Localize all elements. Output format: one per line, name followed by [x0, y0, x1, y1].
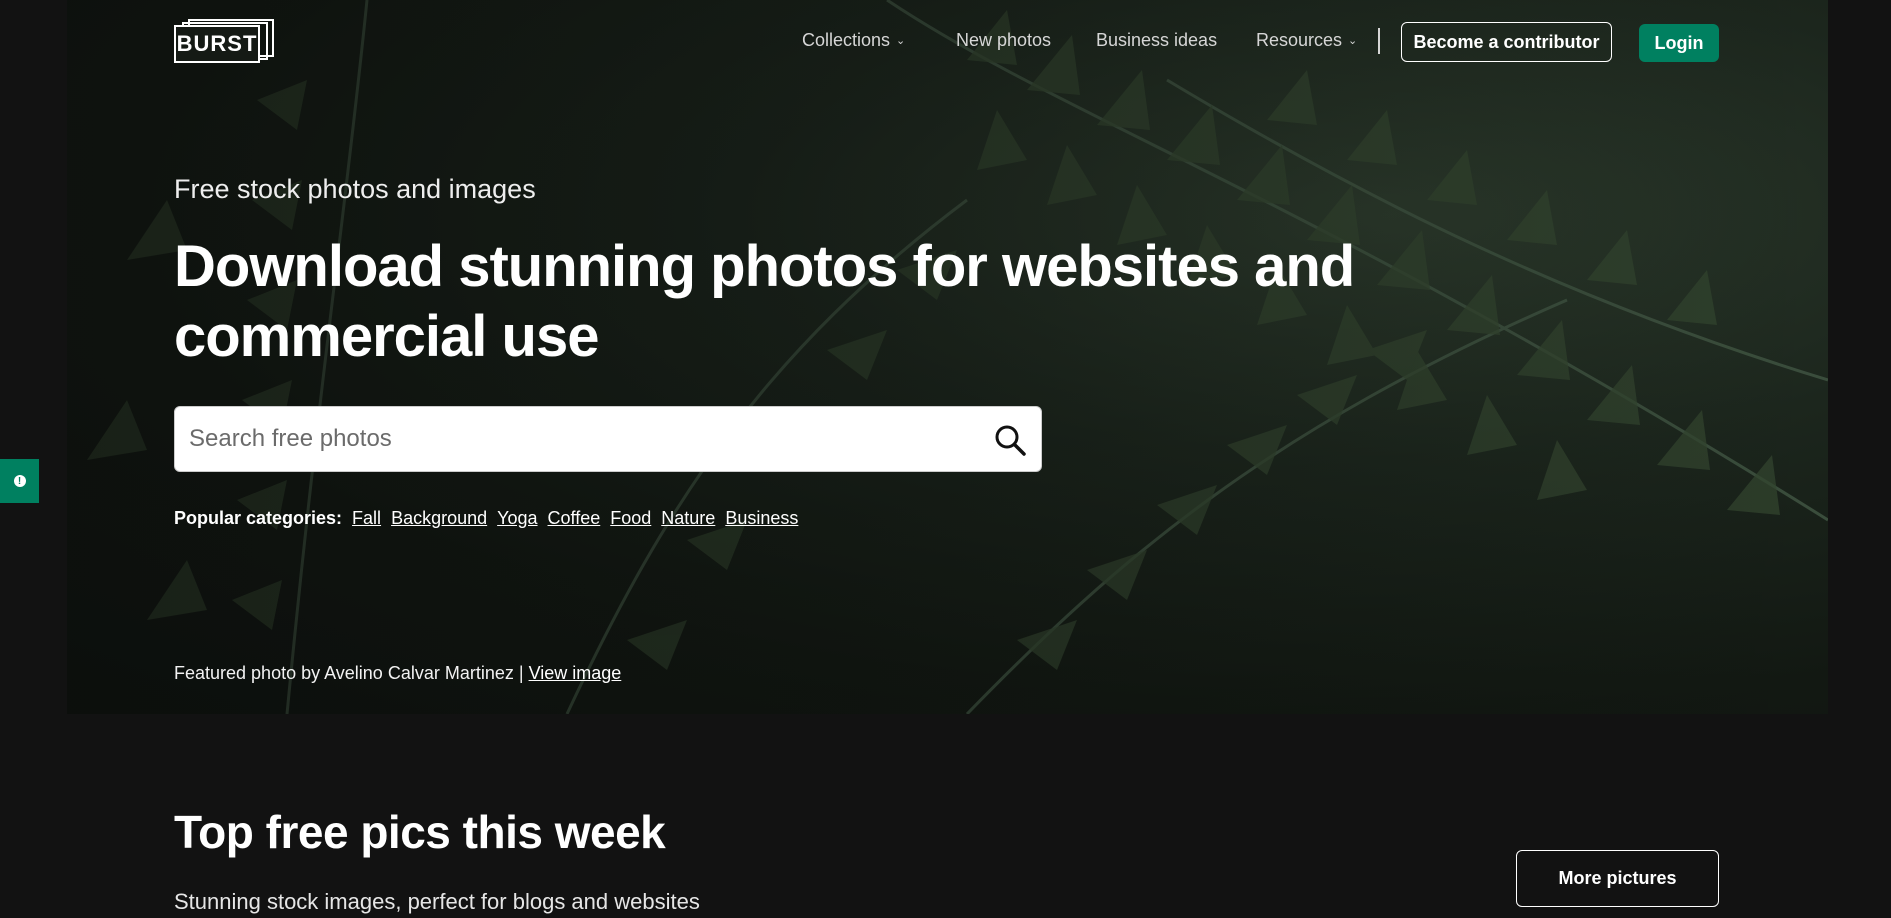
chevron-down-icon: ⌄ [896, 35, 906, 47]
feedback-tab[interactable]: ! [0, 459, 39, 503]
category-link-yoga[interactable]: Yoga [497, 508, 537, 529]
hero-eyebrow: Free stock photos and images [174, 174, 536, 204]
nav-business-ideas[interactable]: Business ideas [1096, 30, 1217, 51]
nav-new-photos-label: New photos [956, 30, 1052, 50]
section-subtitle: Stunning stock images, perfect for blogs… [174, 889, 700, 914]
nav-resources-label: Resources [1256, 30, 1343, 50]
nav-collections[interactable]: Collections ⌄ [802, 30, 905, 51]
view-image-link[interactable]: View image [529, 663, 622, 683]
logo-text: BURST [174, 25, 260, 63]
popular-categories: Popular categories: Fall Background Yoga… [174, 508, 798, 529]
search-box [174, 406, 1042, 472]
nav-collections-label: Collections [802, 30, 891, 50]
category-link-fall[interactable]: Fall [352, 508, 381, 529]
chevron-down-icon: ⌄ [1348, 35, 1358, 47]
more-pictures-button[interactable]: More pictures [1516, 850, 1719, 907]
search-input[interactable] [189, 407, 969, 471]
login-button[interactable]: Login [1639, 24, 1719, 62]
become-contributor-button[interactable]: Become a contributor [1401, 22, 1612, 62]
featured-photo-credit: Featured photo by Avelino Calvar Martine… [174, 663, 621, 684]
hero-headline: Download stunning photos for websites an… [174, 234, 1355, 369]
category-link-coffee[interactable]: Coffee [548, 508, 601, 529]
burst-logo[interactable]: BURST [174, 19, 278, 65]
category-link-nature[interactable]: Nature [661, 508, 715, 529]
category-link-business[interactable]: Business [725, 508, 798, 529]
nav-new-photos[interactable]: New photos [956, 30, 1051, 51]
search-icon[interactable] [993, 423, 1027, 457]
nav-divider [1378, 28, 1380, 54]
category-link-background[interactable]: Background [391, 508, 487, 529]
info-icon: ! [13, 475, 26, 487]
category-link-food[interactable]: Food [610, 508, 651, 529]
section-title: Top free pics this week [174, 806, 666, 858]
nav-business-ideas-label: Business ideas [1096, 30, 1218, 50]
nav-resources[interactable]: Resources ⌄ [1256, 30, 1357, 51]
popular-categories-label: Popular categories: [174, 508, 343, 528]
featured-credit-text: Featured photo by Avelino Calvar Martine… [174, 663, 524, 683]
